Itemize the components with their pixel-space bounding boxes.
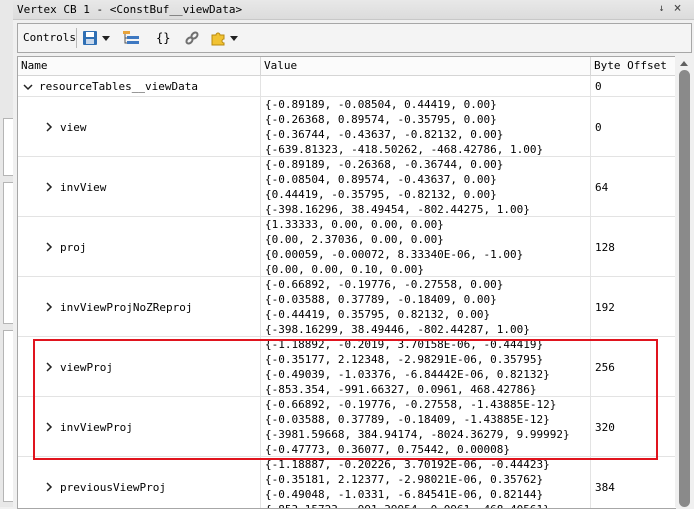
puzzle-icon [211, 32, 225, 46]
chevron-right-icon[interactable] [44, 482, 54, 492]
close-button[interactable]: × [672, 2, 683, 15]
value-line: {-853.15723, -991.39954, 0.0961, 468.405… [265, 502, 550, 508]
tree-row[interactable]: previousViewProj {-1.18887, -0.20226, 3.7… [18, 457, 676, 508]
row-value[interactable]: {1.33333, 0.00, 0.00, 0.00} {0.00, 2.3703… [261, 217, 591, 276]
scroll-up-icon[interactable] [680, 61, 688, 66]
row-value[interactable]: {-0.89189, -0.08504, 0.44419, 0.00} {-0.2… [261, 97, 591, 156]
structure-button[interactable] [122, 28, 140, 48]
value-line: {-0.36744, -0.43637, -0.82132, 0.00} [265, 128, 504, 141]
value-line: {-1.18887, -0.20226, 3.70192E-06, -0.444… [265, 458, 550, 471]
row-offset: 320 [595, 421, 615, 434]
value-line: {1.33333, 0.00, 0.00, 0.00} [265, 218, 444, 231]
row-value[interactable]: {-1.18892, -0.2019, 3.70158E-06, -0.4441… [261, 337, 591, 396]
value-line: {-398.16296, 38.49454, -802.44275, 1.00} [265, 203, 530, 216]
value-line: {-0.66892, -0.19776, -0.27558, -1.43885E… [265, 398, 557, 411]
tree-header: Name Value Byte Offset [18, 57, 676, 76]
row-name: invViewProj [60, 421, 133, 434]
panel-title: Vertex CB 1 - <ConstBuf__viewData> [17, 3, 243, 16]
controls-toolbar: Controls {} [17, 23, 692, 53]
column-header-value[interactable]: Value [261, 57, 591, 75]
row-offset: 256 [595, 361, 615, 374]
row-name: invViewProjNoZReproj [60, 301, 193, 314]
row-name: previousViewProj [60, 481, 166, 494]
row-name: viewProj [60, 361, 113, 374]
value-line: {-398.16299, 38.49446, -802.44287, 1.00} [265, 323, 530, 336]
value-line: {-1.18892, -0.2019, 3.70158E-06, -0.4441… [265, 338, 544, 351]
value-line: {-0.49039, -1.03376, -6.84442E-06, 0.821… [265, 368, 550, 381]
row-offset: 64 [595, 181, 609, 194]
chevron-right-icon[interactable] [44, 182, 54, 192]
row-name: invView [60, 181, 107, 194]
left-dock-strip [0, 0, 14, 507]
save-icon [83, 31, 97, 45]
value-line: {0.44419, -0.35795, -0.82132, 0.00} [265, 188, 497, 201]
row-name: proj [60, 241, 87, 254]
root-name: resourceTables__viewData [39, 80, 198, 93]
toolbar-separator [76, 28, 77, 48]
save-button[interactable] [82, 28, 110, 48]
link-icon [185, 31, 199, 45]
tree-row[interactable]: invViewProj {-0.66892, -0.19776, -0.27558… [18, 397, 676, 457]
constant-buffer-panel: Vertex CB 1 - <ConstBuf__viewData> ↓ × C… [13, 0, 694, 509]
chevron-down-icon[interactable] [23, 82, 33, 92]
row-offset: 192 [595, 301, 615, 314]
value-line: {-0.35177, 2.12348, -2.98291E-06, 0.3579… [265, 353, 544, 366]
value-line: {-853.354, -991.66327, 0.0961, 468.42786… [265, 383, 537, 396]
value-line: {-3981.59668, 384.94174, -8024.36279, 9.… [265, 428, 570, 441]
value-line: {-0.49048, -1.0331, -6.84541E-06, 0.8214… [265, 488, 544, 501]
value-line: {-0.89189, -0.26368, -0.36744, 0.00} [265, 158, 504, 171]
value-line: {0.00, 0.00, 0.10, 0.00} [265, 263, 424, 276]
vertical-scrollbar[interactable] [675, 56, 694, 507]
value-line: {-0.44419, 0.35795, 0.82132, 0.00} [265, 308, 491, 321]
variable-tree: Name Value Byte Offset resourceTables__v… [17, 56, 676, 509]
value-line: {-0.03588, 0.37789, -0.18409, -1.43885E-… [265, 413, 550, 426]
row-name: view [60, 121, 87, 134]
row-value[interactable]: {-0.66892, -0.19776, -0.27558, 0.00} {-0.… [261, 277, 591, 336]
tree-row[interactable]: view {-0.89189, -0.08504, 0.44419, 0.00}{… [18, 97, 676, 157]
row-offset: 0 [595, 121, 602, 134]
tree-row[interactable]: invView {-0.89189, -0.26368, -0.36744, 0.… [18, 157, 676, 217]
chevron-right-icon[interactable] [44, 302, 54, 312]
chevron-right-icon[interactable] [44, 242, 54, 252]
value-line: {-0.26368, 0.89574, -0.35795, 0.00} [265, 113, 497, 126]
row-value[interactable]: {-1.18887, -0.20226, 3.70192E-06, -0.444… [261, 457, 591, 508]
chevron-right-icon[interactable] [44, 422, 54, 432]
value-line: {-0.08504, 0.89574, -0.43637, 0.00} [265, 173, 497, 186]
value-line: {-639.81323, -418.50262, -468.42786, 1.0… [265, 143, 544, 156]
value-line: {-0.35181, 2.12377, -2.98021E-06, 0.3576… [265, 473, 544, 486]
braces-button[interactable]: {} [156, 28, 170, 48]
braces-icon: {} [156, 31, 171, 45]
root-offset: 0 [595, 80, 602, 93]
row-offset: 128 [595, 241, 615, 254]
chevron-down-icon[interactable] [102, 35, 110, 41]
tree-row[interactable]: invViewProjNoZReproj {-0.66892, -0.19776,… [18, 277, 676, 337]
chevron-right-icon[interactable] [44, 362, 54, 372]
value-line: {0.00, 2.37036, 0.00, 0.00} [265, 233, 444, 246]
hierarchy-icon [123, 31, 139, 44]
value-line: {-0.89189, -0.08504, 0.44419, 0.00} [265, 98, 497, 111]
row-value[interactable]: {-0.66892, -0.19776, -0.27558, -1.43885E… [261, 397, 591, 456]
chevron-right-icon[interactable] [44, 122, 54, 132]
tree-row[interactable]: proj {1.33333, 0.00, 0.00, 0.00} {0.00, 2.… [18, 217, 676, 277]
row-offset: 384 [595, 481, 615, 494]
value-line: {-0.47773, 0.36077, 0.75442, 0.00008} [265, 443, 511, 456]
column-header-offset[interactable]: Byte Offset [591, 57, 676, 75]
link-button[interactable] [184, 28, 200, 48]
tree-row[interactable]: viewProj {-1.18892, -0.2019, 3.70158E-06,… [18, 337, 676, 397]
puzzle-button[interactable] [210, 28, 238, 48]
tree-row-root[interactable]: resourceTables__viewData 0 [18, 76, 676, 97]
value-line: {0.00059, -0.00072, 8.33340E-06, -1.00} [265, 248, 524, 261]
panel-titlebar: Vertex CB 1 - <ConstBuf__viewData> ↓ × [13, 0, 694, 20]
chevron-down-icon[interactable] [230, 35, 238, 41]
value-line: {-0.66892, -0.19776, -0.27558, 0.00} [265, 278, 504, 291]
scroll-thumb[interactable] [679, 70, 690, 507]
pin-button[interactable]: ↓ [656, 3, 667, 14]
row-value[interactable]: {-0.89189, -0.26368, -0.36744, 0.00} {-0.… [261, 157, 591, 216]
controls-label: Controls [23, 31, 76, 44]
column-header-name[interactable]: Name [18, 57, 261, 75]
value-line: {-0.03588, 0.37789, -0.18409, 0.00} [265, 293, 497, 306]
